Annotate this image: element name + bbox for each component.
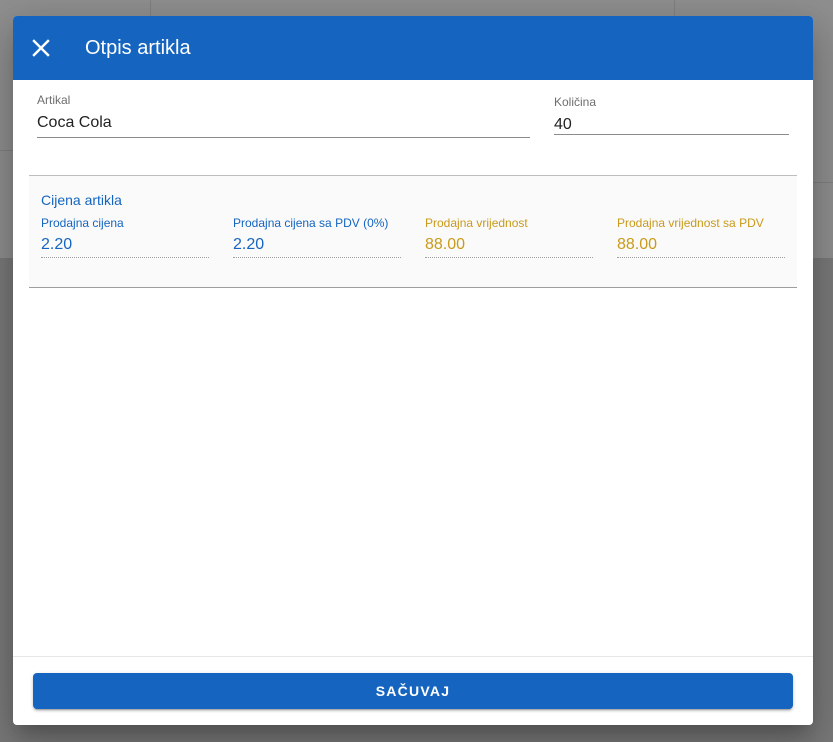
dialog-toolbar: Otpis artikla: [13, 16, 813, 80]
close-icon: [32, 39, 50, 57]
price-panel: Cijena artikla Prodajna cijena 2.20 Prod…: [29, 175, 797, 288]
prodajna-vrijednost-pdv-field: Prodajna vrijednost sa PDV 88.00: [617, 216, 785, 258]
save-button[interactable]: SAČUVAJ: [33, 673, 793, 709]
artikal-label: Artikal: [37, 93, 71, 107]
artikal-underline: [37, 137, 530, 138]
prodajna-cijena-underline: [41, 257, 209, 258]
prodajna-cijena-pdv-value: 2.20: [233, 236, 265, 253]
background-divider: [0, 150, 13, 151]
artikal-input[interactable]: [37, 112, 530, 134]
prodajna-vrijednost-field: Prodajna vrijednost 88.00: [425, 216, 593, 258]
background-divider: [674, 0, 675, 16]
prodajna-cijena-label: Prodajna cijena: [41, 216, 124, 230]
close-button[interactable]: [25, 32, 57, 64]
artikal-field[interactable]: Artikal: [37, 93, 530, 138]
kolicina-field[interactable]: Količina: [554, 95, 789, 136]
prodajna-vrijednost-underline: [425, 257, 593, 258]
background-divider: [150, 0, 151, 16]
kolicina-label: Količina: [554, 95, 597, 109]
prodajna-vrijednost-label: Prodajna vrijednost: [425, 216, 528, 230]
prodajna-cijena-pdv-field: Prodajna cijena sa PDV (0%) 2.20: [233, 216, 401, 258]
prodajna-cijena-field: Prodajna cijena 2.20: [41, 216, 209, 258]
prodajna-vrijednost-value: 88.00: [425, 236, 466, 253]
prodajna-vrijednost-pdv-label: Prodajna vrijednost sa PDV: [617, 216, 764, 230]
prodajna-cijena-pdv-underline: [233, 257, 401, 258]
footer-divider: [13, 656, 813, 657]
kolicina-underline: [554, 134, 789, 135]
write-off-dialog: Otpis artikla Artikal Količina Cijena ar…: [13, 16, 813, 725]
background-divider: [813, 182, 833, 183]
prodajna-cijena-value: 2.20: [41, 236, 73, 253]
prodajna-vrijednost-pdv-underline: [617, 257, 785, 258]
dialog-title: Otpis artikla: [85, 37, 191, 59]
kolicina-input[interactable]: [554, 114, 789, 136]
prodajna-vrijednost-pdv-value: 88.00: [617, 236, 658, 253]
prodajna-cijena-pdv-label: Prodajna cijena sa PDV (0%): [233, 216, 389, 230]
price-panel-title: Cijena artikla: [41, 192, 122, 208]
